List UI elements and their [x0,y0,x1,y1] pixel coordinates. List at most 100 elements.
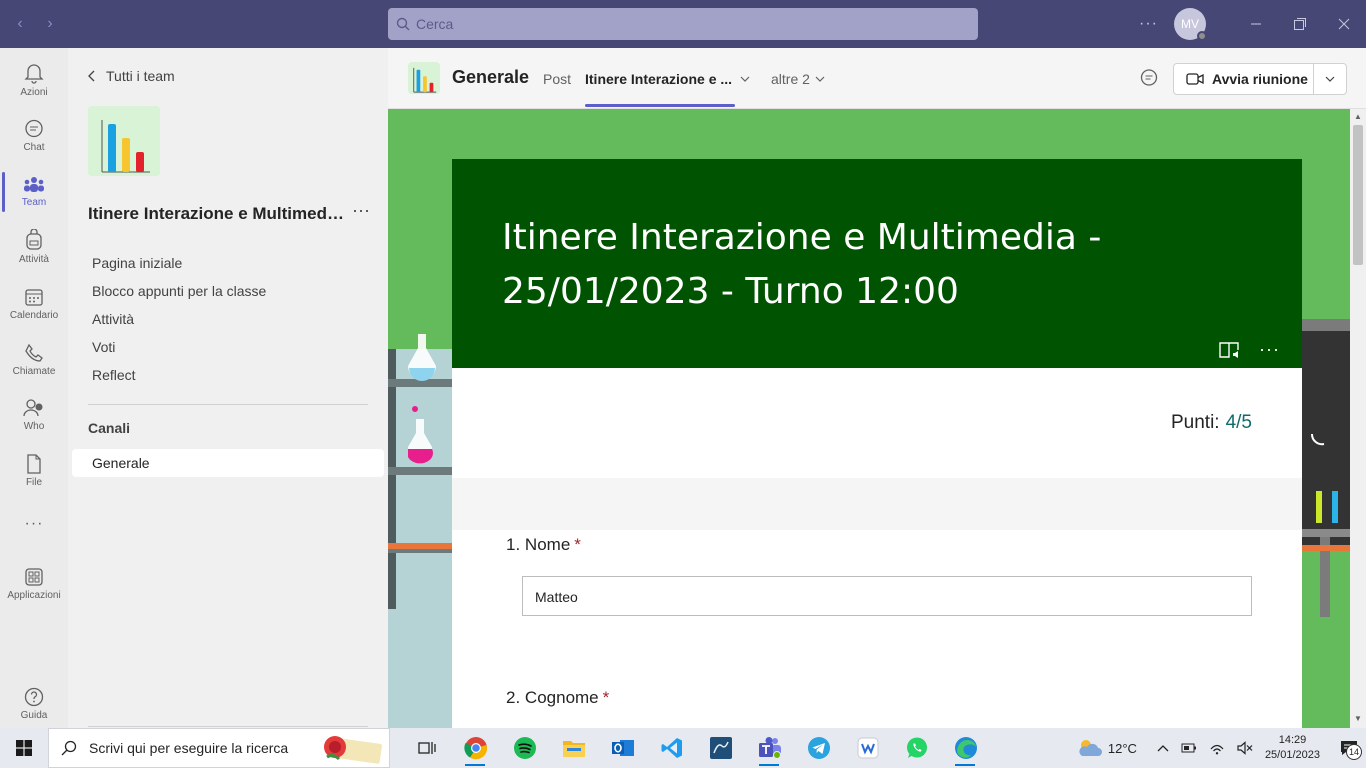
question-number: 1. [506,535,521,554]
file-icon [27,454,41,474]
scroll-up-arrow-icon[interactable]: ▲ [1354,112,1362,121]
chevron-down-icon [1325,76,1335,82]
whatsapp-icon[interactable] [892,728,941,768]
rail-label: File [25,477,43,488]
chevron-down-icon[interactable] [815,76,825,82]
maximize-icon[interactable] [1278,0,1322,48]
chevron-down-icon[interactable] [740,76,750,82]
app-icon[interactable] [843,728,892,768]
content-scrollbar[interactable]: ▲ ▼ [1350,109,1366,728]
start-meeting-main[interactable]: Avvia riunione [1174,64,1314,94]
team-link-notebook[interactable]: Blocco appunti per la classe [92,282,266,310]
scroll-thumb[interactable] [1353,125,1363,265]
notification-center-button[interactable]: 14 [1332,728,1366,768]
taskbar-search-input[interactable]: Scrivi qui per eseguire la ricerca [48,728,390,768]
back-arrow-icon[interactable]: ‹ [12,15,28,33]
settings-more-icon[interactable]: ··· [1139,15,1158,33]
taskbar-apps [402,728,990,768]
active-tab-indicator [585,104,735,107]
wifi-icon[interactable] [1209,741,1225,755]
task-view-icon[interactable] [402,728,451,768]
volume-muted-icon[interactable] [1237,741,1253,755]
rail-item-who[interactable]: Who [0,389,68,441]
rail-label: Attività [18,254,49,265]
rail-item-chat[interactable]: Chat [0,110,68,162]
outlook-icon[interactable] [598,728,647,768]
rail-item-chiamate[interactable]: Chiamate [0,334,68,386]
windows-taskbar: Scrivi qui per eseguire la ricerca 12°C … [0,728,1366,768]
rail-label: Calendario [9,310,59,321]
avatar[interactable]: MV [1174,8,1207,41]
mysql-workbench-icon[interactable] [696,728,745,768]
telegram-icon[interactable] [794,728,843,768]
chrome-icon[interactable] [451,728,500,768]
rail-item-applicazioni[interactable]: Applicazioni [0,558,68,610]
divider [88,404,368,405]
conversation-icon[interactable] [1139,68,1159,88]
form-more-options-icon[interactable]: ··· [1259,339,1280,360]
rail-label: Chiamate [12,366,56,377]
tab-form[interactable]: Itinere Interazione e ... [585,71,732,87]
rail-item-more[interactable]: ··· [0,498,68,550]
battery-icon[interactable] [1181,742,1197,754]
team-link-home[interactable]: Pagina iniziale [92,254,266,282]
immersive-reader-icon[interactable] [1219,341,1241,359]
question-nome: 1. Nome * [506,535,581,555]
team-link-grades[interactable]: Voti [92,338,266,366]
team-panel: Tutti i team Itinere Interazione e Multi… [68,48,388,728]
rail-item-calendario[interactable]: Calendario [0,278,68,330]
rail-item-attivita[interactable]: Attività [0,221,68,273]
rail-label: Azioni [20,87,48,98]
presence-icon [1197,31,1207,41]
search-input[interactable]: Cerca [388,8,978,40]
question-cognome: 2. Cognome * [506,688,609,708]
minimize-icon[interactable] [1234,0,1278,48]
app-rail: Azioni Chat Team Attività Calendario Chi… [0,48,68,728]
spotify-icon[interactable] [500,728,549,768]
channel-item-generale[interactable]: Generale [72,449,384,477]
back-label: Tutti i team [106,68,175,84]
team-more-options-icon[interactable]: ··· [352,200,370,221]
start-button[interactable] [0,728,48,768]
calendar-icon [25,289,43,306]
channel-header: Generale Post Itinere Interazione e ... … [388,48,1366,109]
start-meeting-button[interactable]: Avvia riunione [1173,63,1347,95]
show-hidden-icons-icon[interactable] [1157,744,1169,752]
title-bar: ‹ › Cerca ··· MV [0,0,1366,48]
channel-team-icon [408,62,440,94]
back-to-teams-link[interactable]: Tutti i team [88,68,175,84]
channels-heading[interactable]: Canali [88,420,130,436]
more-icon: ··· [24,515,44,532]
rail-item-guida[interactable]: Guida [0,678,68,730]
rail-item-file[interactable]: File [0,445,68,497]
notification-count-badge: 14 [1346,744,1362,760]
bell-icon [24,64,44,84]
tab-post[interactable]: Post [543,71,571,87]
form-header-banner: Itinere Interazione e Multimedia - 25/01… [452,159,1302,368]
lab-shelf-illustration [388,334,452,728]
team-link-assignments[interactable]: Attività [92,310,266,338]
teams-icon[interactable] [745,728,794,768]
file-explorer-icon[interactable] [549,728,598,768]
meeting-options-dropdown[interactable] [1314,76,1346,82]
team-link-reflect[interactable]: Reflect [92,366,266,394]
scroll-down-arrow-icon[interactable]: ▼ [1354,714,1362,723]
apps-icon [25,568,43,586]
vscode-icon[interactable] [647,728,696,768]
teams-icon [24,177,44,192]
rail-label: Applicazioni [7,590,61,601]
forward-arrow-icon[interactable]: › [42,15,58,33]
tab-more[interactable]: altre 2 [771,71,810,87]
start-meeting-label: Avvia riunione [1212,71,1308,87]
weather-widget[interactable]: 12°C [1076,738,1137,758]
rail-item-team[interactable]: Team [0,166,68,218]
edge-icon[interactable] [941,728,990,768]
phone-icon [25,343,43,362]
search-highlight-illustration [324,736,382,764]
nome-answer-field[interactable]: Matteo [522,576,1252,616]
rail-label: Guida [20,710,48,721]
avatar-initials: MV [1181,17,1199,31]
close-icon[interactable] [1322,0,1366,48]
rail-item-azioni[interactable]: Azioni [0,54,68,106]
system-clock[interactable]: 14:29 25/01/2023 [1265,733,1320,763]
